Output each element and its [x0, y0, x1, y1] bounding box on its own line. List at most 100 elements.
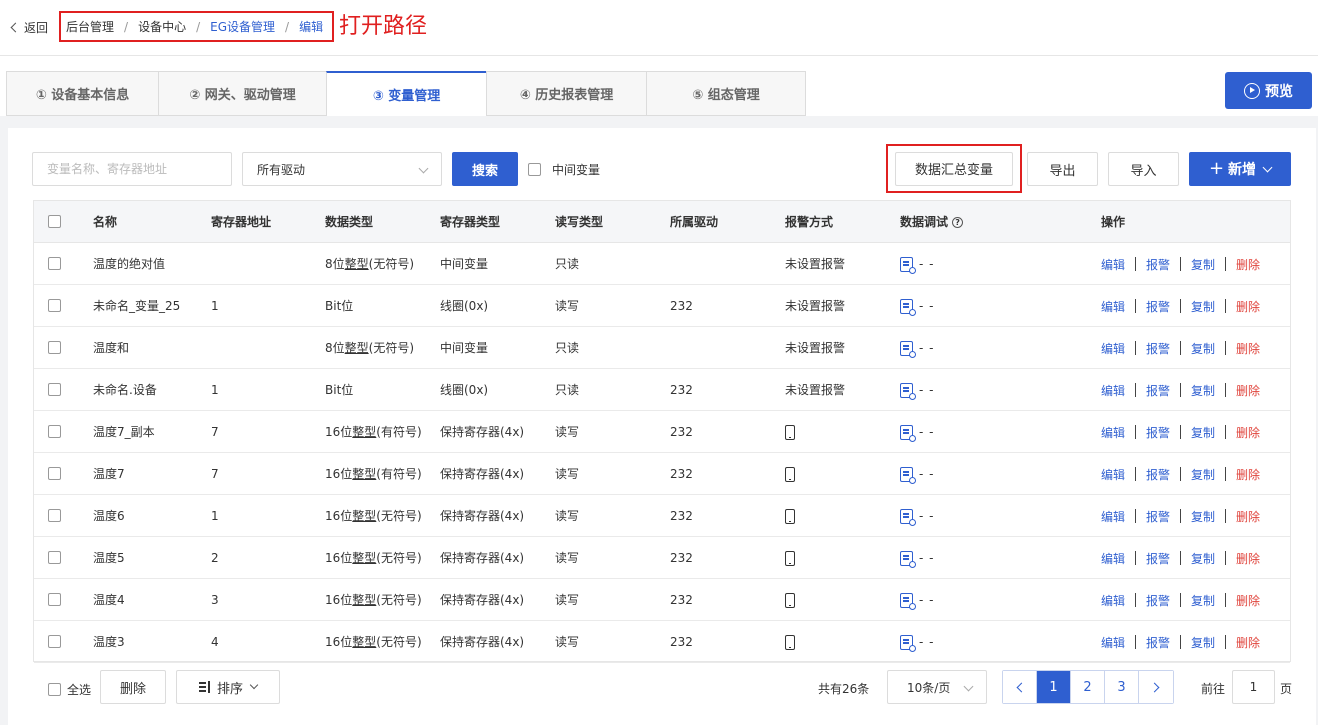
select-all-footer-checkbox[interactable]: [48, 683, 61, 696]
alarm-link[interactable]: 报警: [1146, 634, 1170, 651]
page-button-3[interactable]: 3: [1105, 671, 1139, 703]
row-checkbox[interactable]: [48, 425, 61, 438]
copy-link[interactable]: 复制: [1191, 466, 1215, 483]
debug-search-icon[interactable]: [900, 383, 916, 400]
breadcrumb-item-device-center[interactable]: 设备中心: [138, 18, 186, 35]
export-button[interactable]: 导出: [1027, 152, 1098, 186]
action-separator: [1180, 425, 1182, 439]
debug-search-icon[interactable]: [900, 299, 916, 316]
copy-link[interactable]: 复制: [1191, 592, 1215, 609]
cell-name: 温度3: [93, 635, 125, 649]
column-header-actions: 操作: [1101, 215, 1126, 229]
tab-basic-info[interactable]: ① 设备基本信息: [6, 71, 158, 116]
preview-button[interactable]: 预览: [1225, 72, 1312, 109]
debug-search-icon[interactable]: [900, 425, 916, 442]
delete-link[interactable]: 删除: [1236, 550, 1260, 567]
delete-link[interactable]: 删除: [1236, 298, 1260, 315]
debug-search-icon[interactable]: [900, 341, 916, 358]
row-actions: 编辑 报警 复制 删除: [1101, 369, 1260, 411]
alarm-link[interactable]: 报警: [1146, 256, 1170, 273]
delete-link[interactable]: 删除: [1236, 466, 1260, 483]
debug-search-icon[interactable]: [900, 467, 916, 484]
page-button-2[interactable]: 2: [1071, 671, 1105, 703]
edit-link[interactable]: 编辑: [1101, 634, 1125, 651]
row-checkbox[interactable]: [48, 509, 61, 522]
prev-page-button[interactable]: [1003, 671, 1037, 703]
copy-link[interactable]: 复制: [1191, 550, 1215, 567]
edit-link[interactable]: 编辑: [1101, 466, 1125, 483]
back-label: 返回: [24, 20, 49, 35]
goto-page-input[interactable]: [1232, 670, 1275, 704]
page-size-select[interactable]: 10条/页: [887, 670, 987, 704]
copy-link[interactable]: 复制: [1191, 634, 1215, 651]
delete-link[interactable]: 删除: [1236, 424, 1260, 441]
tab-gateway-driver[interactable]: ② 网关、驱动管理: [158, 71, 326, 116]
row-checkbox[interactable]: [48, 341, 61, 354]
delete-link[interactable]: 删除: [1236, 256, 1260, 273]
sort-button[interactable]: 排序: [176, 670, 280, 704]
batch-delete-button[interactable]: 删除: [100, 670, 166, 704]
alarm-link[interactable]: 报警: [1146, 550, 1170, 567]
row-checkbox[interactable]: [48, 593, 61, 606]
back-button[interactable]: 返回: [10, 17, 49, 37]
alarm-link[interactable]: 报警: [1146, 508, 1170, 525]
search-input[interactable]: [32, 152, 232, 186]
delete-link[interactable]: 删除: [1236, 592, 1260, 609]
copy-link[interactable]: 复制: [1191, 298, 1215, 315]
select-all-checkbox[interactable]: [48, 215, 61, 228]
copy-link[interactable]: 复制: [1191, 382, 1215, 399]
data-summary-variable-button[interactable]: 数据汇总变量: [895, 151, 1013, 186]
row-checkbox[interactable]: [48, 299, 61, 312]
row-checkbox[interactable]: [48, 383, 61, 396]
page-button-1[interactable]: 1: [1037, 671, 1071, 703]
alarm-link[interactable]: 报警: [1146, 466, 1170, 483]
edit-link[interactable]: 编辑: [1101, 382, 1125, 399]
cell-data-type: 16位整型(无符号): [325, 509, 422, 523]
help-icon[interactable]: ?: [952, 217, 964, 228]
delete-link[interactable]: 删除: [1236, 340, 1260, 357]
edit-link[interactable]: 编辑: [1101, 424, 1125, 441]
copy-link[interactable]: 复制: [1191, 508, 1215, 525]
alarm-link[interactable]: 报警: [1146, 340, 1170, 357]
debug-search-icon[interactable]: [900, 593, 916, 610]
row-checkbox[interactable]: [48, 257, 61, 270]
copy-link[interactable]: 复制: [1191, 340, 1215, 357]
debug-search-icon[interactable]: [900, 635, 916, 652]
import-button[interactable]: 导入: [1108, 152, 1179, 186]
row-checkbox[interactable]: [48, 467, 61, 480]
edit-link[interactable]: 编辑: [1101, 592, 1125, 609]
row-checkbox[interactable]: [48, 635, 61, 648]
mid-var-filter[interactable]: 中间变量: [528, 161, 600, 178]
search-button[interactable]: 搜索: [452, 152, 518, 186]
alarm-link[interactable]: 报警: [1146, 424, 1170, 441]
edit-link[interactable]: 编辑: [1101, 550, 1125, 567]
breadcrumb-item-admin[interactable]: 后台管理: [66, 18, 114, 35]
copy-link[interactable]: 复制: [1191, 256, 1215, 273]
delete-link[interactable]: 删除: [1236, 382, 1260, 399]
edit-link[interactable]: 编辑: [1101, 508, 1125, 525]
cell-name: 未命名_变量_25: [93, 299, 181, 313]
alarm-link[interactable]: 报警: [1146, 298, 1170, 315]
mid-var-checkbox[interactable]: [528, 163, 541, 176]
add-button[interactable]: + 新增: [1189, 152, 1291, 186]
driver-select[interactable]: 所有驱动: [242, 152, 442, 186]
select-all[interactable]: 全选: [48, 681, 91, 698]
debug-search-icon[interactable]: [900, 509, 916, 526]
edit-link[interactable]: 编辑: [1101, 340, 1125, 357]
debug-search-icon[interactable]: [900, 551, 916, 568]
delete-link[interactable]: 删除: [1236, 634, 1260, 651]
row-checkbox[interactable]: [48, 551, 61, 564]
edit-link[interactable]: 编辑: [1101, 298, 1125, 315]
alarm-link[interactable]: 报警: [1146, 592, 1170, 609]
copy-link[interactable]: 复制: [1191, 424, 1215, 441]
debug-search-icon[interactable]: [900, 257, 916, 274]
edit-link[interactable]: 编辑: [1101, 256, 1125, 273]
row-actions: 编辑 报警 复制 删除: [1101, 243, 1260, 285]
next-page-button[interactable]: [1139, 671, 1173, 703]
alarm-link[interactable]: 报警: [1146, 382, 1170, 399]
tab-configuration[interactable]: ⑤ 组态管理: [646, 71, 806, 116]
delete-link[interactable]: 删除: [1236, 508, 1260, 525]
breadcrumb-item-eg-device[interactable]: EG设备管理: [210, 18, 275, 35]
tab-variable-management[interactable]: ③ 变量管理: [326, 71, 486, 116]
tab-history-report[interactable]: ④ 历史报表管理: [486, 71, 646, 116]
